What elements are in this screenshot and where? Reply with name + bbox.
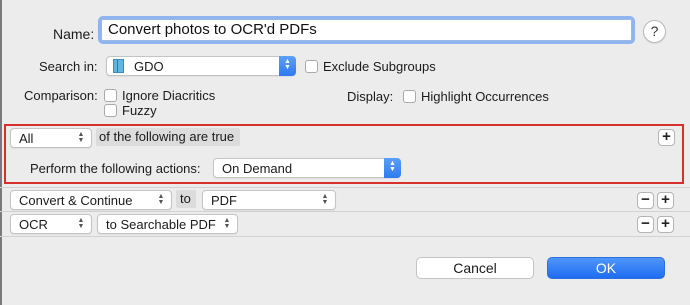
target-value-2: to Searchable PDF (106, 217, 216, 232)
chevron-updown-icon: ▲ ▼ (384, 158, 401, 178)
search-in-label: Search in: (39, 59, 98, 74)
search-in-value: GDO (134, 59, 164, 74)
exclude-subgroups-label: Exclude Subgroups (323, 59, 436, 74)
remove-action-button-1[interactable]: − (637, 192, 654, 209)
add-action-button-2[interactable]: + (657, 216, 674, 233)
perform-actions-value: On Demand (222, 161, 293, 176)
highlight-occurrences-label: Highlight Occurrences (421, 89, 549, 104)
match-text: of the following are true (99, 129, 235, 144)
chevron-updown-icon: ▲ ▼ (321, 193, 329, 206)
chevron-updown-icon: ▲ ▼ (279, 56, 296, 76)
ignore-diacritics-checkbox[interactable] (104, 89, 117, 102)
chevron-updown-icon: ▲ ▼ (157, 193, 165, 206)
target-select-1[interactable]: PDF ▲ ▼ (202, 190, 336, 210)
help-button[interactable]: ? (643, 20, 666, 43)
action-value-1: Convert & Continue (19, 193, 133, 208)
fuzzy-checkbox[interactable] (104, 104, 117, 117)
perform-actions-select[interactable]: On Demand ▲ ▼ (213, 158, 401, 178)
chevron-updown-icon: ▲ ▼ (223, 217, 231, 230)
perform-actions-label: Perform the following actions: (30, 161, 201, 176)
action-connector-1: to (180, 191, 191, 206)
chevron-updown-icon: ▲ ▼ (77, 131, 85, 144)
action-value-2: OCR (19, 217, 48, 232)
comparison-label: Comparison: (24, 88, 98, 103)
ok-button[interactable]: OK (547, 257, 665, 279)
separator (0, 211, 690, 212)
action-select-2[interactable]: OCR ▲ ▼ (10, 214, 92, 234)
name-label: Name: (53, 26, 95, 42)
add-criteria-button[interactable]: + (658, 129, 675, 146)
exclude-subgroups-checkbox[interactable] (305, 60, 318, 73)
fuzzy-label: Fuzzy (122, 103, 157, 118)
cancel-button[interactable]: Cancel (416, 257, 534, 279)
match-mode-value: All (19, 131, 34, 146)
search-in-select[interactable]: GDO ▲ ▼ (106, 56, 296, 76)
target-value-1: PDF (211, 193, 237, 208)
remove-action-button-2[interactable]: − (637, 216, 654, 233)
display-label: Display: (347, 89, 394, 104)
chevron-updown-icon: ▲ ▼ (77, 217, 85, 230)
database-icon (113, 59, 124, 73)
action-select-1[interactable]: Convert & Continue ▲ ▼ (10, 190, 172, 210)
window-edge (0, 0, 2, 305)
target-select-2[interactable]: to Searchable PDF ▲ ▼ (97, 214, 238, 234)
name-field[interactable]: Convert photos to OCR'd PDFs (98, 16, 635, 44)
separator (0, 236, 690, 237)
match-mode-select[interactable]: All ▲ ▼ (10, 128, 92, 148)
separator (0, 187, 690, 188)
highlight-occurrences-checkbox[interactable] (403, 90, 416, 103)
ignore-diacritics-label: Ignore Diacritics (122, 88, 216, 103)
add-action-button-1[interactable]: + (657, 192, 674, 209)
